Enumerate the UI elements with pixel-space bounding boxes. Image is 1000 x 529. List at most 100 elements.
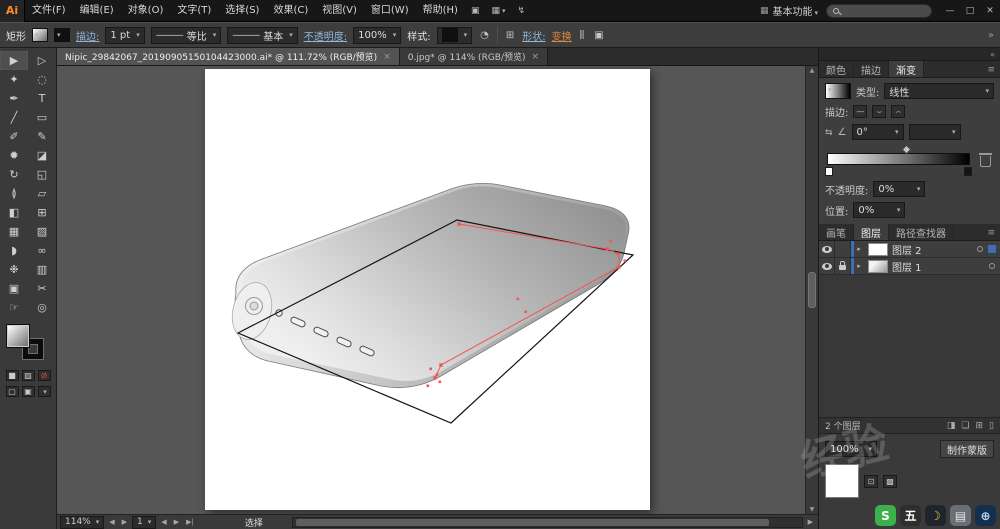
search-input[interactable] — [826, 3, 932, 18]
blob-brush-tool[interactable]: ✹ — [0, 146, 28, 165]
transparency-opacity-field[interactable]: 100% — [825, 441, 877, 457]
tab-layers[interactable]: 图层 — [854, 224, 889, 240]
stroke-within-icon[interactable]: — — [853, 105, 868, 118]
slice-tool[interactable]: ✂ — [28, 279, 56, 298]
canvas[interactable] — [57, 66, 818, 514]
menu-select[interactable]: 选择(S) — [218, 0, 266, 22]
shape-builder-tool[interactable]: ◧ — [0, 203, 28, 222]
layer-thumbnail[interactable] — [868, 259, 888, 273]
nav-forward-icon[interactable] — [172, 518, 181, 526]
style-select[interactable] — [436, 26, 473, 44]
scroll-right-icon[interactable] — [806, 518, 815, 526]
expand-layer-icon[interactable] — [854, 262, 864, 270]
menu-file[interactable]: 文件(F) — [25, 0, 73, 22]
stroke-weight-field[interactable]: 1 pt — [105, 26, 145, 44]
stop-opacity-field[interactable]: 0% — [873, 181, 926, 197]
draw-behind-icon[interactable]: ▣ — [21, 386, 35, 397]
control-bar-overflow-icon[interactable] — [988, 30, 994, 41]
new-sublayer-icon[interactable]: ❏ — [961, 421, 969, 431]
fill-swatch[interactable] — [32, 28, 48, 42]
zoom-level-field[interactable]: 114% — [60, 515, 105, 529]
arrange-documents-icon[interactable]: ▦ — [485, 6, 511, 16]
symbol-sprayer-tool[interactable]: ❉ — [0, 260, 28, 279]
make-mask-button[interactable]: 制作蒙版 — [940, 440, 994, 458]
perspective-grid-tool[interactable]: ⊞ — [28, 203, 56, 222]
align-objects-icon[interactable]: ⫼ — [578, 30, 587, 41]
vertical-scroll-thumb[interactable] — [808, 272, 816, 309]
panel-menu-icon[interactable] — [987, 227, 995, 238]
tab-close-icon[interactable]: × — [383, 52, 391, 62]
scroll-down-icon[interactable] — [806, 506, 818, 513]
line-segment-tool[interactable]: ╱ — [0, 108, 28, 127]
layer-row-2[interactable]: 图层 2 — [819, 241, 1000, 258]
lock-cell[interactable] — [835, 241, 851, 257]
stroke-swatch[interactable] — [54, 28, 70, 42]
isolate-icon[interactable]: ▣ — [592, 30, 605, 41]
type-tool[interactable]: T — [28, 89, 56, 108]
visibility-eye-icon[interactable] — [821, 245, 832, 253]
reverse-gradient-icon[interactable] — [825, 127, 833, 138]
visibility-eye-icon[interactable] — [821, 262, 832, 270]
opacity-link[interactable]: 不透明度: — [304, 28, 347, 43]
lasso-tool[interactable]: ◌ — [28, 70, 56, 89]
free-transform-tool[interactable]: ▱ — [28, 184, 56, 203]
selection-indicator[interactable] — [988, 245, 996, 253]
tab-pathfinder[interactable]: 路径查找器 — [889, 224, 954, 240]
gradient-stop-black[interactable] — [964, 167, 972, 176]
menu-view[interactable]: 视图(V) — [315, 0, 364, 22]
opacity-field[interactable]: 100% — [353, 26, 402, 44]
collapse-panels-icon[interactable] — [990, 50, 995, 59]
cs-live-icon[interactable]: ↯ — [511, 6, 531, 16]
blend-tool[interactable]: ∞ — [28, 241, 56, 260]
menu-window[interactable]: 窗口(W) — [364, 0, 416, 22]
layer-row-1[interactable]: 图层 1 — [819, 258, 1000, 275]
direct-selection-tool[interactable]: ▷ — [28, 51, 56, 70]
gradient-ramp[interactable] — [827, 153, 970, 165]
workspace-switcher[interactable]: 基本功能 — [752, 3, 826, 18]
eraser-tool[interactable]: ◪ — [28, 146, 56, 165]
scroll-up-icon[interactable] — [806, 67, 818, 74]
menu-type[interactable]: 文字(T) — [170, 0, 218, 22]
delete-layer-icon[interactable]: ▯ — [989, 421, 994, 431]
close-button[interactable] — [980, 0, 1000, 22]
artboard-navigation-field[interactable]: 1 — [132, 515, 157, 529]
selection-tool[interactable]: ▶ — [0, 51, 28, 70]
last-frame-icon[interactable] — [184, 518, 196, 526]
menu-help[interactable]: 帮助(H) — [416, 0, 465, 22]
none-mode-icon[interactable]: ⊘ — [37, 370, 51, 381]
new-layer-icon[interactable]: ⊞ — [976, 421, 984, 431]
scale-tool[interactable]: ◱ — [28, 165, 56, 184]
pen-tool[interactable]: ✒ — [0, 89, 28, 108]
artboard[interactable] — [205, 69, 650, 510]
horizontal-scrollbar[interactable] — [291, 516, 803, 528]
grid-icon[interactable]: ▣ — [465, 6, 486, 16]
target-circle-icon[interactable] — [977, 246, 983, 252]
rectangle-tool[interactable]: ▭ — [28, 108, 56, 127]
pencil-tool[interactable]: ✎ — [28, 127, 56, 146]
magic-wand-tool[interactable]: ✦ — [0, 70, 28, 89]
prev-frame-icon[interactable] — [120, 518, 129, 526]
rotate-tool[interactable]: ↻ — [0, 165, 28, 184]
layer-name[interactable]: 图层 1 — [892, 259, 989, 274]
mesh-tool[interactable]: ▦ — [0, 222, 28, 241]
eyedropper-tool[interactable]: ◗ — [0, 241, 28, 260]
gradient-tool[interactable]: ▨ — [28, 222, 56, 241]
tab-close-icon[interactable]: × — [532, 52, 540, 62]
gradient-aspect-field[interactable] — [908, 124, 961, 140]
tab-brushes[interactable]: 画笔 — [819, 224, 854, 240]
hand-tool[interactable]: ☞ — [0, 298, 28, 317]
stroke-across-icon[interactable]: ⌢ — [891, 105, 906, 118]
gradient-stop-white[interactable] — [825, 167, 833, 176]
delete-stop-icon[interactable] — [979, 153, 992, 167]
column-graph-tool[interactable]: ▥ — [28, 260, 56, 279]
shape-link[interactable]: 形状: — [522, 28, 545, 43]
object-thumbnail[interactable] — [825, 464, 859, 498]
recolor-artwork-icon[interactable]: ◔ — [478, 30, 491, 41]
document-tab-1[interactable]: Nipic_29842067_20190905150104423000.ai* … — [57, 48, 400, 65]
transform-link[interactable]: 变换 — [552, 28, 572, 43]
stop-location-field[interactable]: 0% — [853, 202, 906, 218]
color-mode-icon[interactable]: ■ — [5, 370, 19, 381]
align-icon[interactable]: ⊞ — [504, 30, 516, 41]
fill-color-swatch[interactable] — [8, 326, 28, 346]
vertical-scrollbar[interactable] — [805, 66, 818, 514]
